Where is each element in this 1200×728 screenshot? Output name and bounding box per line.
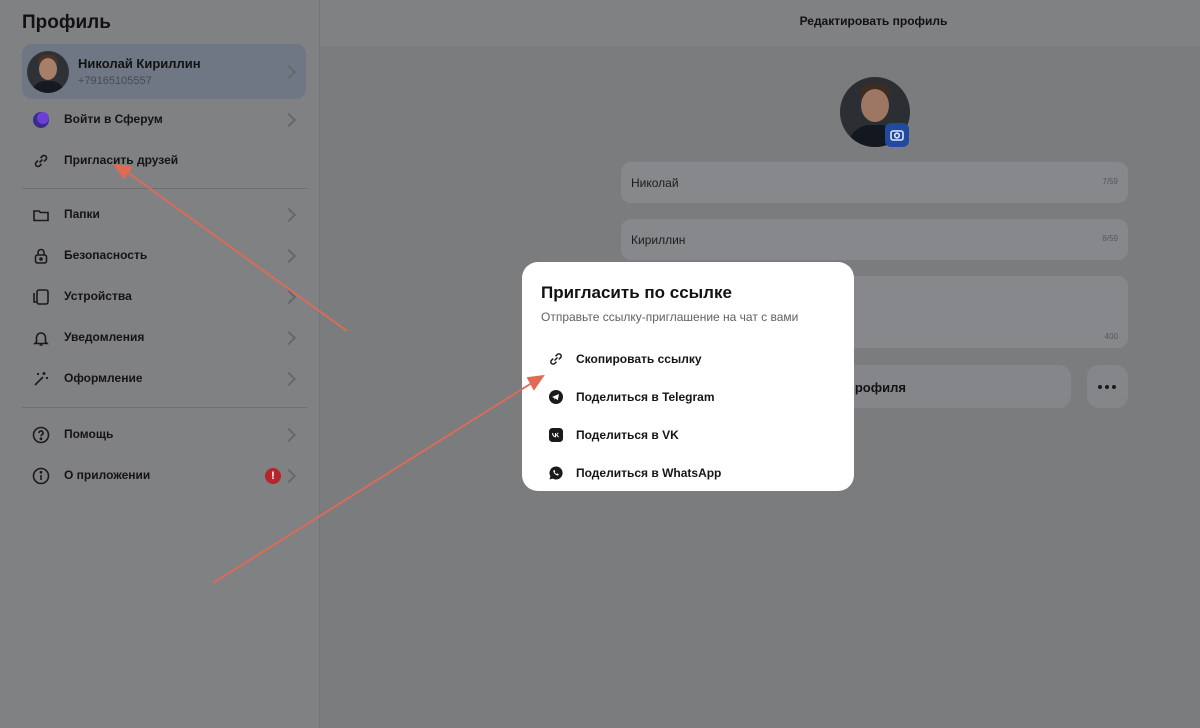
telegram-icon (549, 390, 563, 404)
avatar (27, 51, 69, 93)
vk-icon (549, 428, 563, 442)
last-name-value: Кириллин (631, 233, 686, 247)
sidebar-item-label: Войти в Сферум (64, 112, 163, 126)
chevron-right-icon (281, 64, 297, 80)
whatsapp-icon (549, 466, 563, 480)
sidebar-item-label: Оформление (64, 371, 143, 385)
bell-icon (33, 332, 49, 346)
option-label: Поделиться в Telegram (576, 390, 715, 404)
sidebar-item-label: Помощь (64, 427, 114, 441)
modal-title: Пригласить по ссылке (541, 283, 732, 302)
help-circle-icon (32, 426, 50, 444)
sidebar-item-label: Папки (64, 207, 100, 221)
chevron-right-icon (281, 112, 297, 128)
option-label: Поделиться в VK (576, 428, 679, 442)
chevron-right-icon (281, 427, 297, 443)
sidebar-item-label: Пригласить друзей (64, 153, 179, 167)
sidebar: Профиль Николай Кириллин +79165105557 Во… (0, 0, 320, 728)
sidebar-item-notifications[interactable]: Уведомления (22, 320, 306, 356)
sidebar-item-devices[interactable]: Устройства (22, 279, 306, 315)
divider (22, 407, 307, 408)
sidebar-title: Профиль (22, 12, 111, 33)
sidebar-item-label: Уведомления (64, 330, 145, 344)
invite-link-modal: Пригласить по ссылке Отправьте ссылку-пр… (522, 262, 854, 491)
sidebar-item-invite-friends[interactable]: Пригласить друзей (22, 143, 306, 179)
copy-link-option[interactable]: Скопировать ссылку (548, 344, 828, 374)
modal-subtitle: Отправьте ссылку-приглашение на чат с ва… (541, 310, 799, 324)
option-label: Поделиться в WhatsApp (576, 466, 722, 480)
sidebar-item-appearance[interactable]: Оформление (22, 361, 306, 397)
profile-phone: +79165105557 (78, 75, 152, 87)
option-label: Скопировать ссылку (576, 352, 702, 366)
camera-icon[interactable] (885, 123, 909, 147)
more-horizontal-icon (1098, 385, 1102, 389)
last-name-field[interactable]: Кириллин 8/59 (621, 219, 1128, 260)
link-icon (550, 353, 562, 365)
chevron-right-icon (281, 248, 297, 264)
about-counter: 400 (1104, 332, 1118, 341)
share-telegram-option[interactable]: Поделиться в Telegram (548, 382, 828, 412)
alert-badge: ! (265, 468, 281, 484)
sidebar-item-about[interactable]: О приложении ! (22, 458, 306, 494)
sidebar-item-help[interactable]: Помощь (22, 417, 306, 453)
save-profile-label: профиля (847, 380, 906, 395)
sferum-logo-icon (33, 112, 49, 128)
more-button[interactable] (1087, 365, 1128, 408)
divider (22, 188, 307, 189)
sidebar-item-label: О приложении (64, 468, 151, 482)
chevron-right-icon (281, 289, 297, 305)
sidebar-item-security[interactable]: Безопасность (22, 238, 306, 274)
folder-icon (33, 210, 49, 222)
first-name-counter: 7/59 (1102, 177, 1118, 186)
chevron-right-icon (281, 468, 297, 484)
share-vk-option[interactable]: Поделиться в VK (548, 420, 828, 450)
sidebar-item-folders[interactable]: Папки (22, 197, 306, 233)
first-name-value: Николай (631, 176, 679, 190)
profile-name: Николай Кириллин (78, 56, 201, 71)
sidebar-item-label: Безопасность (64, 248, 148, 262)
share-whatsapp-option[interactable]: Поделиться в WhatsApp (548, 458, 828, 488)
lock-icon (34, 248, 48, 264)
last-name-counter: 8/59 (1102, 234, 1118, 243)
sidebar-item-sferum[interactable]: Войти в Сферум (22, 102, 306, 138)
first-name-field[interactable]: Николай 7/59 (621, 162, 1128, 203)
link-icon (34, 154, 48, 168)
devices-icon (33, 289, 49, 305)
sidebar-item-label: Устройства (64, 289, 132, 303)
chevron-right-icon (281, 371, 297, 387)
page-title: Редактировать профиль (799, 14, 948, 28)
profile-card[interactable]: Николай Кириллин +79165105557 (22, 44, 306, 99)
info-circle-icon (32, 467, 50, 485)
magic-wand-icon (34, 372, 48, 386)
chevron-right-icon (281, 207, 297, 223)
chevron-right-icon (281, 330, 297, 346)
